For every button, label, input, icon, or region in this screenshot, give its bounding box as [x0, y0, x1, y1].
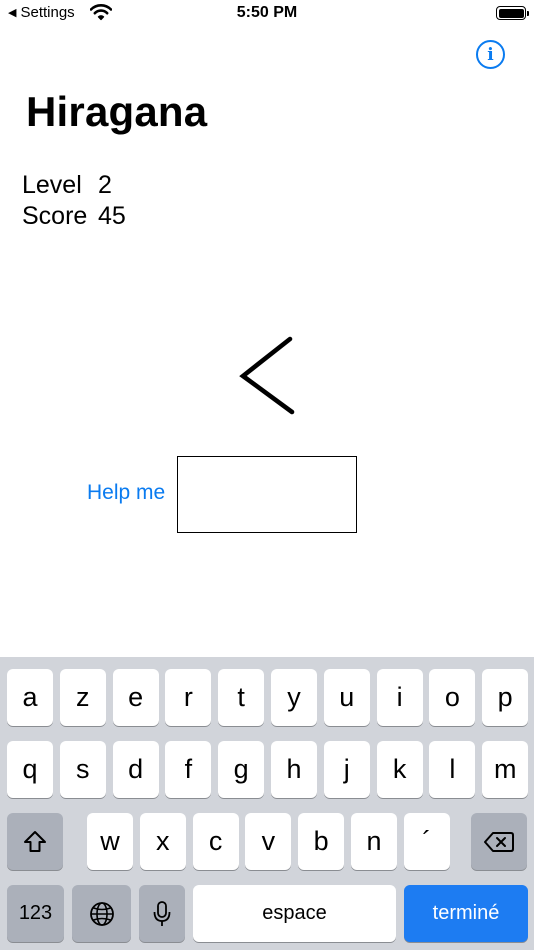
status-bar: ◀ Settings 5:50 PM	[0, 0, 534, 28]
globe-key[interactable]	[72, 885, 131, 942]
level-label: Level	[22, 171, 82, 199]
key-d[interactable]: d	[112, 741, 159, 798]
shift-key[interactable]	[7, 813, 63, 870]
hiragana-character	[239, 336, 295, 415]
key-s[interactable]: s	[59, 741, 106, 798]
info-icon[interactable]: i	[476, 40, 505, 69]
globe-icon	[89, 901, 114, 926]
key-b[interactable]: b	[298, 813, 345, 870]
key-y[interactable]: y	[271, 669, 317, 726]
score-row: Score 45	[22, 201, 126, 232]
score-value: 45	[98, 202, 126, 230]
battery-icon	[496, 6, 529, 20]
key-h[interactable]: h	[271, 741, 317, 798]
done-key[interactable]: terminé	[404, 885, 528, 942]
level-value: 2	[98, 171, 112, 199]
key-f[interactable]: f	[165, 741, 212, 798]
key-x[interactable]: x	[139, 813, 186, 870]
key-j[interactable]: j	[323, 741, 370, 798]
key-l[interactable]: l	[429, 741, 476, 798]
key-i[interactable]: i	[376, 669, 423, 726]
numbers-key[interactable]: 123	[7, 885, 64, 942]
key-q[interactable]: q	[7, 741, 53, 798]
microphone-icon	[153, 900, 171, 926]
key-m[interactable]: m	[482, 741, 529, 798]
key-w[interactable]: w	[87, 813, 133, 870]
key-g[interactable]: g	[218, 741, 265, 798]
shift-icon	[24, 830, 46, 852]
key-n[interactable]: n	[351, 813, 397, 870]
backspace-key[interactable]	[471, 813, 527, 870]
help-me-button[interactable]: Help me	[87, 481, 165, 505]
key-c[interactable]: c	[192, 813, 239, 870]
keyboard: azertyuiop qsdfghjklm w x c v b n ´ 123 espace…	[0, 657, 534, 950]
status-time: 5:50 PM	[236, 4, 298, 21]
key-k[interactable]: k	[376, 741, 423, 798]
key-r[interactable]: r	[165, 669, 212, 726]
level-row: Level 2	[22, 170, 126, 201]
key-t[interactable]: t	[218, 669, 265, 726]
backspace-icon	[484, 831, 514, 852]
score-label: Score	[22, 202, 88, 230]
key-v[interactable]: v	[245, 813, 292, 870]
dictation-key[interactable]	[139, 885, 185, 942]
key-e[interactable]: e	[112, 669, 159, 726]
space-key[interactable]: espace	[193, 885, 396, 942]
page-title: Hiragana	[26, 88, 208, 135]
key-a[interactable]: a	[7, 669, 53, 726]
answer-input[interactable]	[177, 456, 357, 533]
key-u[interactable]: u	[323, 669, 370, 726]
stats-panel: Level 2 Score 45	[22, 170, 126, 232]
key-z[interactable]: z	[59, 669, 106, 726]
key-p[interactable]: p	[482, 669, 529, 726]
key-o[interactable]: o	[429, 669, 476, 726]
key-accent[interactable]: ´	[403, 813, 450, 870]
